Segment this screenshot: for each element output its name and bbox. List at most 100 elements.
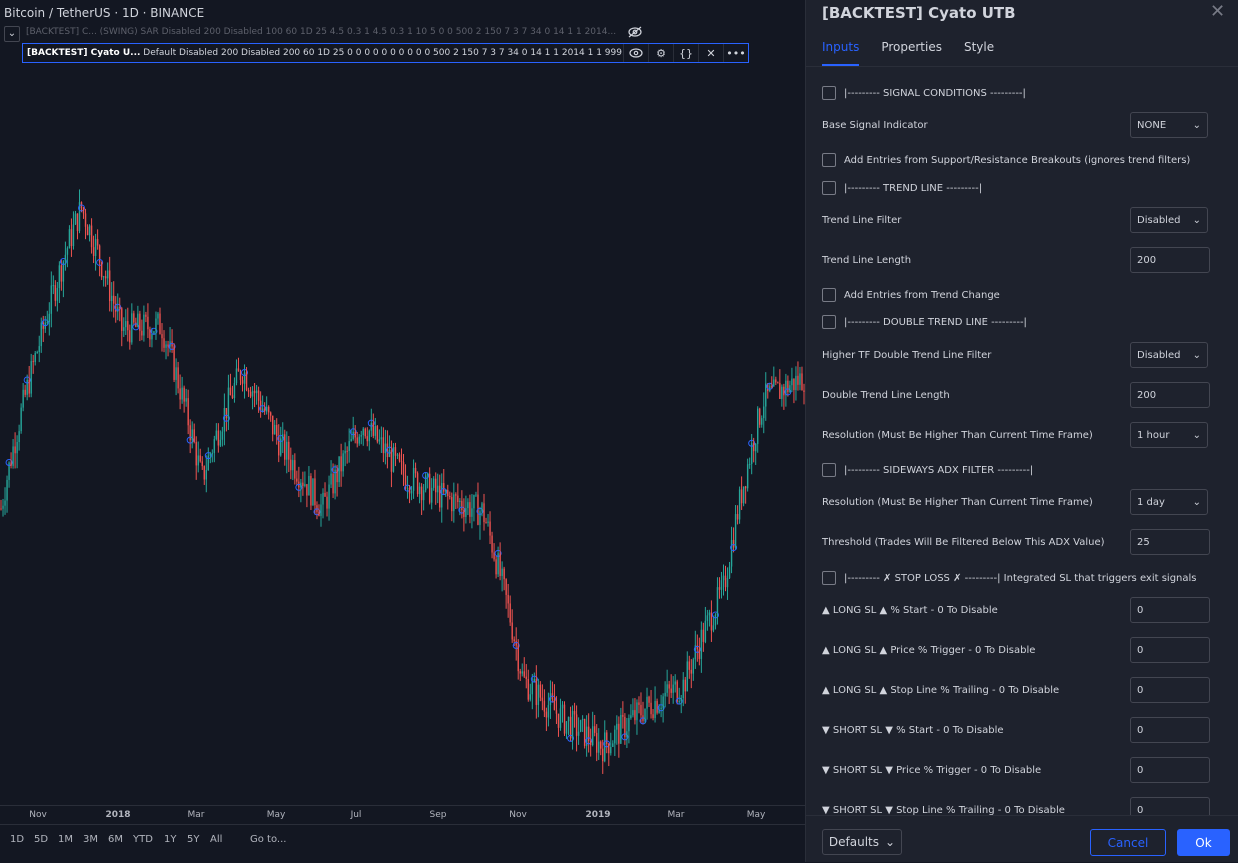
- long-start-input[interactable]: 0: [1130, 597, 1210, 623]
- signal-conditions-checkbox[interactable]: [822, 86, 836, 100]
- double-length-input[interactable]: 200: [1130, 382, 1210, 408]
- range-3m[interactable]: 3M: [83, 834, 98, 845]
- range-1d[interactable]: 1D: [10, 834, 24, 845]
- range-5d[interactable]: 5D: [34, 834, 48, 845]
- candle-body: [209, 454, 212, 456]
- remove-button[interactable]: ✕: [698, 44, 723, 62]
- stop-loss-row[interactable]: |--------- ✗ STOP LOSS ✗ ---------| Inte…: [822, 571, 1197, 585]
- candle-body: [410, 490, 413, 494]
- range-all[interactable]: All: [210, 834, 222, 845]
- candle-body: [519, 671, 521, 674]
- short-trigger-input[interactable]: 0: [1130, 757, 1210, 783]
- long-trigger-input[interactable]: 0: [1130, 637, 1210, 663]
- adx-filter-row[interactable]: |--------- SIDEWAYS ADX FILTER ---------…: [822, 463, 1033, 477]
- range-1m[interactable]: 1M: [58, 834, 73, 845]
- eye-hidden-icon[interactable]: [627, 25, 643, 39]
- candle-body: [330, 473, 332, 485]
- ok-button[interactable]: Ok: [1177, 829, 1230, 856]
- indicator-legend-1[interactable]: [BACKTEST] C... (SWING) SAR Disabled 200…: [26, 27, 616, 37]
- long-trailing-label: ▲ LONG SL ▲ Stop Line % Trailing - 0 To …: [822, 685, 1060, 696]
- defaults-button[interactable]: Defaults ⌄: [822, 829, 902, 855]
- candle-body: [255, 390, 258, 394]
- tab-inputs[interactable]: Inputs: [822, 40, 860, 66]
- price-chart[interactable]: [0, 0, 805, 805]
- sr-breakouts-row[interactable]: Add Entries from Support/Resistance Brea…: [822, 153, 1190, 167]
- threshold-input[interactable]: 25: [1130, 529, 1210, 555]
- tab-style[interactable]: Style: [964, 40, 994, 66]
- settings-button[interactable]: ⚙: [648, 44, 673, 62]
- range-ytd[interactable]: YTD: [133, 834, 153, 845]
- resolution-1-select[interactable]: 1 hour ⌄: [1130, 422, 1208, 448]
- time-label: Nov: [29, 810, 47, 820]
- candle-body: [102, 276, 105, 278]
- candle-body: [239, 371, 242, 381]
- candle-body: [801, 373, 803, 391]
- candle-body: [269, 412, 272, 416]
- candle-body: [445, 489, 447, 492]
- candle-body: [336, 469, 338, 483]
- short-trailing-input[interactable]: 0: [1130, 797, 1210, 815]
- candle-body: [443, 483, 445, 492]
- source-code-button[interactable]: {}: [673, 44, 698, 62]
- indicator-legend-2[interactable]: [BACKTEST] Cyato U... Default Disabled 2…: [22, 43, 749, 63]
- candle-body: [541, 697, 544, 701]
- candle-body: [308, 475, 310, 496]
- candle-body: [237, 368, 240, 372]
- candle-body: [163, 338, 165, 348]
- visibility-button[interactable]: [623, 44, 648, 62]
- range-5y[interactable]: 5Y: [187, 834, 199, 845]
- candle-body: [233, 383, 236, 399]
- inputs-list[interactable]: |--------- SIGNAL CONDITIONS ---------| …: [806, 67, 1238, 815]
- short-start-input[interactable]: 0: [1130, 717, 1210, 743]
- candle-body: [127, 321, 129, 331]
- range-6m[interactable]: 6M: [108, 834, 123, 845]
- candle-body: [644, 708, 646, 721]
- trend-filter-select[interactable]: Disabled ⌄: [1130, 207, 1208, 233]
- chart-area[interactable]: Bitcoin / TetherUS · 1D · BINANCE ⌄ [BAC…: [0, 0, 805, 862]
- time-label: Mar: [667, 810, 685, 820]
- collapse-legend-button[interactable]: ⌄: [4, 26, 20, 42]
- base-signal-select[interactable]: NONE ⌄: [1130, 112, 1208, 138]
- more-button[interactable]: •••: [723, 44, 748, 62]
- cancel-button[interactable]: Cancel: [1090, 829, 1166, 856]
- candle-body: [793, 378, 795, 391]
- double-trend-row[interactable]: |--------- DOUBLE TREND LINE ---------|: [822, 315, 1027, 329]
- htf-filter-select[interactable]: Disabled ⌄: [1130, 342, 1208, 368]
- trend-change-checkbox[interactable]: [822, 288, 836, 302]
- trend-line-checkbox[interactable]: [822, 181, 836, 195]
- candle-body: [82, 207, 85, 214]
- candle-body: [123, 327, 125, 331]
- candle-body: [428, 473, 431, 503]
- trend-line-row[interactable]: |--------- TREND LINE ---------|: [822, 181, 982, 195]
- stop-loss-checkbox[interactable]: [822, 571, 836, 585]
- candle-body: [515, 640, 517, 646]
- double-trend-checkbox[interactable]: [822, 315, 836, 329]
- time-axis[interactable]: Nov 2018 Mar May Jul Sep Nov 2019 Mar Ma…: [0, 805, 805, 824]
- candle-body: [151, 333, 153, 340]
- candle-body: [378, 439, 381, 442]
- candle-body: [728, 566, 731, 578]
- more-icon: •••: [726, 46, 746, 60]
- candle-body: [344, 450, 346, 454]
- candle-body: [227, 387, 230, 419]
- candle-body: [70, 229, 73, 247]
- tab-properties[interactable]: Properties: [881, 40, 942, 66]
- adx-filter-checkbox[interactable]: [822, 463, 836, 477]
- candle-body: [189, 425, 191, 441]
- candle-body: [400, 460, 403, 463]
- candle-body: [314, 478, 316, 506]
- candle-body: [12, 446, 14, 466]
- close-dialog-button[interactable]: ✕: [1210, 3, 1226, 21]
- candle-body: [483, 503, 485, 523]
- sr-breakouts-checkbox[interactable]: [822, 153, 836, 167]
- resolution-2-select[interactable]: 1 day ⌄: [1130, 489, 1208, 515]
- candle-body: [257, 390, 260, 401]
- signal-conditions-row[interactable]: |--------- SIGNAL CONDITIONS ---------|: [822, 86, 1026, 100]
- candle-body: [16, 442, 18, 454]
- candle-body: [358, 436, 360, 444]
- long-trailing-input[interactable]: 0: [1130, 677, 1210, 703]
- goto-button[interactable]: Go to...: [250, 834, 286, 845]
- trend-length-input[interactable]: 200: [1130, 247, 1210, 273]
- trend-change-row[interactable]: Add Entries from Trend Change: [822, 288, 1000, 302]
- range-1y[interactable]: 1Y: [164, 834, 176, 845]
